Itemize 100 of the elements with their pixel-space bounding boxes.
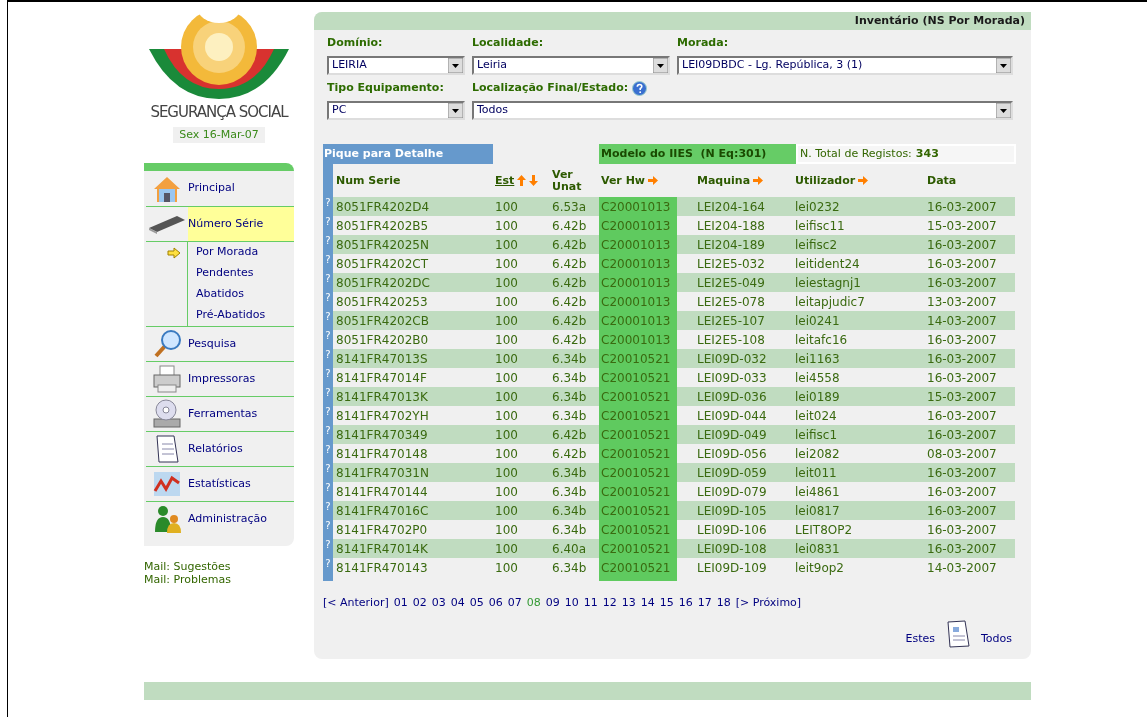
dropdown[interactable]: LEI09DBDC - Lg. República, 3 (1) (677, 56, 1013, 75)
help-icon[interactable] (632, 80, 648, 96)
page-link[interactable]: 04 (450, 595, 465, 612)
next-link[interactable]: [> Próximo] (735, 595, 802, 612)
table-cell-text: lei0817 (794, 502, 841, 520)
field-label: Tipo Equipamento: (327, 79, 444, 96)
page-link[interactable]: 15 (659, 595, 674, 612)
table-cell-text: LEI2E5-078 (696, 293, 766, 311)
page-link[interactable]: 09 (545, 595, 560, 612)
table-cell: C20010521 (599, 501, 677, 520)
total-label: N. Total de Registos: (800, 145, 912, 162)
nav-item[interactable]: Pesquisa (188, 327, 294, 361)
table-cell-text: 16-03-2007 (926, 407, 998, 425)
table-cell-text: 8141FR470148 (335, 445, 429, 463)
table-cell-text: 16-03-2007 (926, 369, 998, 387)
page-link[interactable]: 16 (678, 595, 693, 612)
page-link[interactable]: 01 (393, 595, 408, 612)
table-cell-text: 8051FR4202B0 (335, 331, 430, 349)
nav-item[interactable]: Principal (188, 171, 294, 206)
column-header: Utilizador (795, 174, 856, 187)
page-link[interactable]: 11 (583, 595, 598, 612)
mail-link[interactable]: Mail: Problemas (144, 573, 294, 586)
house-icon (152, 174, 182, 203)
table-cell-text: leitafc16 (794, 331, 849, 349)
table-cell-text: LEI2E5-049 (696, 274, 766, 292)
table-cell-text: 8141FR470143 (335, 559, 429, 577)
table-cell-text: 8141FR47013S (335, 350, 429, 368)
table-cell-text: lei1163 (794, 350, 841, 368)
table-cell-text: 16-03-2007 (926, 331, 998, 349)
table-cell-text: 6.34b (551, 483, 588, 501)
table-cell-text: 6.34b (551, 369, 588, 387)
submenu-item[interactable]: Abatidos (188, 284, 245, 305)
dropdown[interactable]: PC (327, 101, 465, 120)
table-cell-text: 6.34b (551, 464, 588, 482)
page-link[interactable]: 12 (602, 595, 617, 612)
table-cell-text: 8051FR4202CB (335, 312, 430, 330)
table-cell-text: 6.42b (551, 217, 588, 235)
table-cell-text: LEI09D-049 (696, 426, 768, 444)
table-cell-text: 6.42b (551, 236, 588, 254)
sort-arrow-icon[interactable] (648, 176, 658, 185)
table-cell: C20001013 (599, 330, 677, 349)
table-cell-text: LEI09D-108 (696, 540, 768, 558)
submenu-item[interactable]: Por Morada (188, 242, 259, 263)
table-cell-text: LEI09D-079 (696, 483, 768, 501)
nav-item[interactable]: Administração (188, 502, 294, 536)
sort-down-arrow-icon[interactable] (529, 175, 539, 186)
page-link[interactable]: 05 (469, 595, 484, 612)
submenu-item[interactable]: Pré-Abatidos (188, 305, 266, 326)
sort-arrow-icon[interactable] (753, 176, 764, 185)
nav-item[interactable]: Relatórios (188, 432, 294, 466)
table-cell-text: 6.34b (551, 350, 588, 368)
table-cell-text: 6.42b (551, 445, 588, 463)
table-cell-text: 8141FR47016C (335, 502, 430, 520)
sort-up-arrow-icon[interactable] (517, 175, 527, 186)
table-cell-text: 8051FR42025N (335, 236, 430, 254)
table-cell-text: lei2082 (794, 445, 841, 463)
export-link[interactable]: Estes (905, 631, 935, 648)
page-link[interactable]: 14 (640, 595, 655, 612)
table-cell-text: 16-03-2007 (926, 502, 998, 520)
page-link[interactable]: 10 (564, 595, 579, 612)
dropdown[interactable]: Leiria (472, 56, 670, 75)
table-cell: C20010521 (599, 463, 677, 482)
page-link[interactable]: 03 (431, 595, 446, 612)
table-cell-text: 100 (495, 521, 519, 539)
page-link[interactable]: 07 (507, 595, 522, 612)
pointer-arrow-icon (167, 246, 181, 259)
page-link[interactable]: 06 (488, 595, 503, 612)
table-cell: C20010521 (599, 520, 677, 539)
table-cell-text: lei0241 (794, 312, 841, 330)
table-cell-text: LEI09D-059 (696, 464, 768, 482)
export-link[interactable]: Todos (980, 631, 1012, 648)
document-icon[interactable] (944, 619, 971, 648)
page-link[interactable]: 13 (621, 595, 636, 612)
table-cell-text: 15-03-2007 (926, 217, 998, 235)
table-cell: C20001013 (599, 197, 677, 216)
nav-item[interactable]: Ferramentas (188, 397, 294, 431)
table-cell-text: lei0189 (794, 388, 841, 406)
table-cell: C20010521 (599, 368, 677, 387)
page-link[interactable]: 02 (412, 595, 427, 612)
nav-item[interactable]: Número Série (188, 207, 294, 241)
submenu-item[interactable]: Pendentes (188, 263, 254, 284)
table-cell: C20010521 (599, 349, 677, 368)
page-link[interactable]: 18 (716, 595, 731, 612)
table-cell-text: LEI09D-105 (696, 502, 768, 520)
mail-link[interactable]: Mail: Sugestões (144, 560, 294, 573)
nav-item[interactable]: Impressoras (188, 362, 294, 396)
table-cell-text: LEI204-188 (696, 217, 766, 235)
dropdown[interactable]: LEIRIA (327, 56, 465, 75)
table-cell-text: 6.34b (551, 502, 588, 520)
page-link[interactable]: 17 (697, 595, 712, 612)
table-cell-text: 100 (495, 312, 519, 330)
nav-item[interactable]: Estatísticas (188, 467, 294, 501)
sort-link[interactable]: Est (495, 174, 515, 187)
table-cell: C20010521 (599, 444, 677, 463)
sort-arrow-icon[interactable] (858, 176, 869, 185)
previous-link[interactable]: [< Anterior] (323, 595, 389, 612)
table-cell-text: LEI09D-033 (696, 369, 768, 387)
dropdown[interactable]: Todos (472, 101, 1013, 120)
table-cell-text: 08-03-2007 (926, 445, 998, 463)
table-cell-text: LEIT8OP2 (794, 521, 854, 539)
